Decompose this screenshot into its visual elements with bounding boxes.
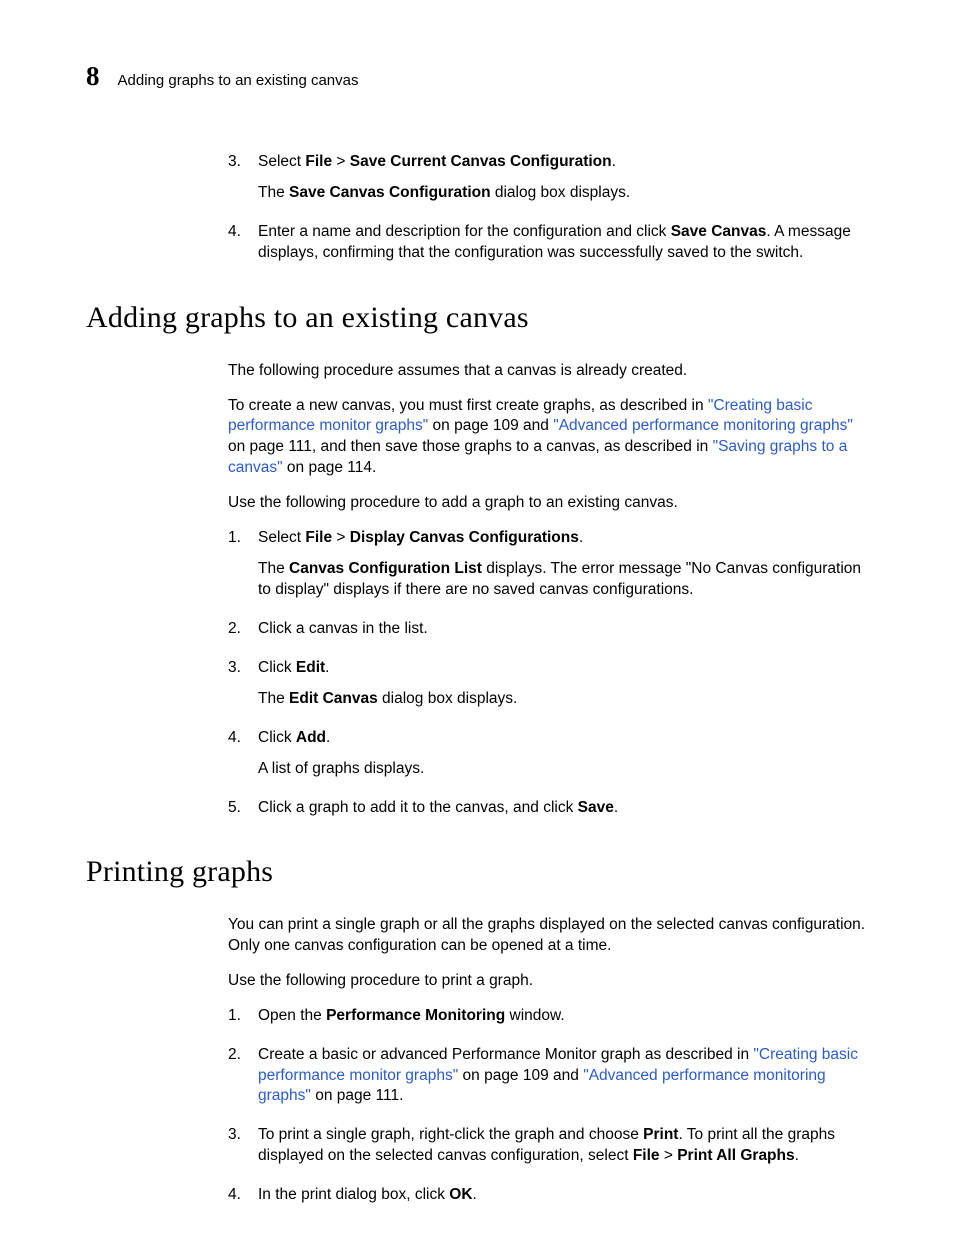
step-number: 2.	[228, 1045, 241, 1066]
xref-advanced-monitoring[interactable]: "Advanced performance monitoring graphs"	[553, 417, 853, 434]
step-number: 4.	[228, 1185, 241, 1206]
step-5: 5. Click a graph to add it to the canvas…	[228, 798, 868, 819]
step-subtext: The Edit Canvas dialog box displays.	[258, 689, 868, 710]
paragraph: To create a new canvas, you must first c…	[228, 396, 868, 480]
step-number: 3.	[228, 1125, 241, 1146]
running-title: Adding graphs to an existing canvas	[118, 71, 359, 91]
menu-command: Print All Graphs	[677, 1147, 794, 1164]
section-printing-graphs-body: You can print a single graph or all the …	[86, 915, 868, 1206]
step-number: 1.	[228, 1006, 241, 1027]
step-text: Click Edit.	[258, 659, 329, 676]
step-subtext: A list of graphs displays.	[258, 759, 868, 780]
step-4: 4. Click Add. A list of graphs displays.	[228, 728, 868, 780]
step-text: Open the Performance Monitoring window.	[258, 1007, 565, 1024]
menu-file: File	[305, 529, 332, 546]
step-text: Click a graph to add it to the canvas, a…	[258, 799, 618, 816]
step-subtext: The Save Canvas Configuration dialog box…	[258, 183, 868, 204]
step-number: 3.	[228, 658, 241, 679]
step-3: 3. Select File > Save Current Canvas Con…	[228, 152, 868, 204]
paragraph: You can print a single graph or all the …	[228, 915, 868, 957]
section-adding-graphs-body: The following procedure assumes that a c…	[86, 361, 868, 819]
step-4: 4. In the print dialog box, click OK.	[228, 1185, 868, 1206]
menu-command: Save Current Canvas Configuration	[350, 153, 612, 170]
step-4: 4. Enter a name and description for the …	[228, 222, 868, 264]
step-1: 1. Open the Performance Monitoring windo…	[228, 1006, 868, 1027]
step-subtext: The Canvas Configuration List displays. …	[258, 559, 868, 601]
step-text: In the print dialog box, click OK.	[258, 1186, 477, 1203]
step-3: 3. To print a single graph, right-click …	[228, 1125, 868, 1167]
step-text: Select File > Display Canvas Configurati…	[258, 529, 583, 546]
menu-file: File	[305, 153, 332, 170]
section-heading-printing-graphs: Printing graphs	[86, 852, 868, 893]
step-number: 4.	[228, 222, 241, 243]
step-text: Select File > Save Current Canvas Config…	[258, 153, 616, 170]
step-2: 2. Click a canvas in the list.	[228, 619, 868, 640]
button-name: Save Canvas	[671, 223, 767, 240]
step-1: 1. Select File > Display Canvas Configur…	[228, 528, 868, 601]
step-text: To print a single graph, right-click the…	[258, 1126, 835, 1164]
paragraph: The following procedure assumes that a c…	[228, 361, 868, 382]
button-name: Add	[296, 729, 326, 746]
menu-command: Display Canvas Configurations	[350, 529, 579, 546]
top-steps-block: 3. Select File > Save Current Canvas Con…	[86, 152, 868, 264]
step-number: 4.	[228, 728, 241, 749]
button-name: Edit	[296, 659, 325, 676]
step-number: 2.	[228, 619, 241, 640]
paragraph: Use the following procedure to print a g…	[228, 971, 868, 992]
section-heading-adding-graphs: Adding graphs to an existing canvas	[86, 298, 868, 339]
step-number: 3.	[228, 152, 241, 173]
step-text: Click a canvas in the list.	[258, 620, 428, 637]
step-number: 5.	[228, 798, 241, 819]
paragraph: Use the following procedure to add a gra…	[228, 493, 868, 514]
menu-file: File	[633, 1147, 660, 1164]
page-header: 8 Adding graphs to an existing canvas	[86, 58, 868, 94]
step-text: Create a basic or advanced Performance M…	[258, 1046, 858, 1105]
step-2: 2. Create a basic or advanced Performanc…	[228, 1045, 868, 1108]
step-number: 1.	[228, 528, 241, 549]
chapter-number: 8	[86, 58, 100, 94]
step-3: 3. Click Edit. The Edit Canvas dialog bo…	[228, 658, 868, 710]
button-name: Save	[578, 799, 614, 816]
step-text: Enter a name and description for the con…	[258, 223, 851, 261]
step-text: Click Add.	[258, 729, 330, 746]
